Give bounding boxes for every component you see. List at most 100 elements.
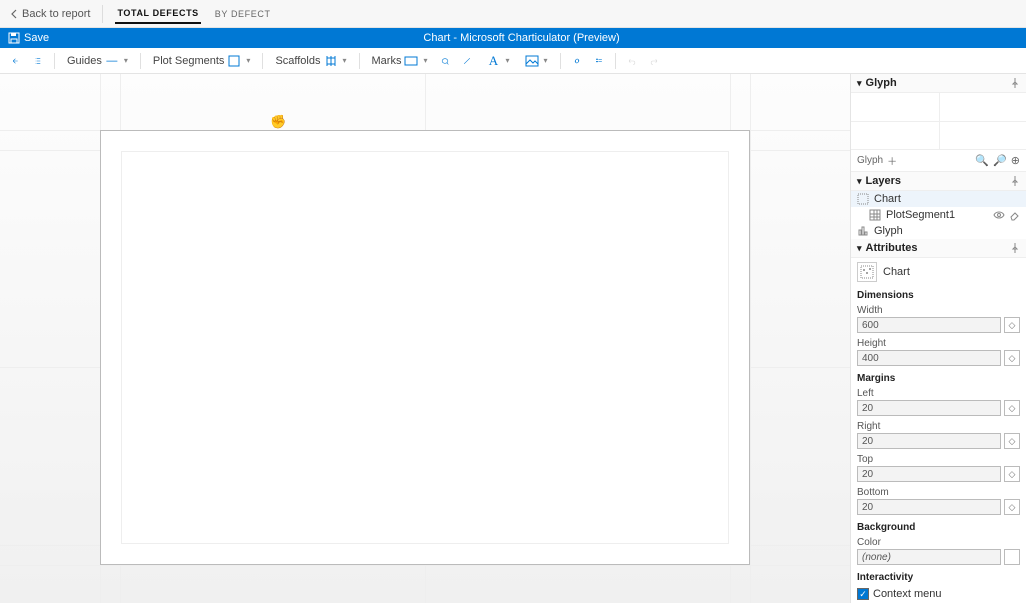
scaffolds-label: Scaffolds [275, 55, 320, 67]
image-mark-icon[interactable]: ▾ [520, 51, 552, 71]
margins-heading: Margins [851, 369, 1026, 386]
bind-icon[interactable]: ◇ [1004, 400, 1020, 416]
grid-icon [869, 209, 881, 221]
glyph-footer: Glyph ＋ 🔍 🔎 ⊕ [851, 150, 1026, 172]
bind-icon[interactable]: ◇ [1004, 466, 1020, 482]
separator [54, 53, 55, 69]
grab-cursor-icon: ✊ [270, 114, 286, 130]
glyph-editor-canvas[interactable] [851, 93, 1026, 150]
chevron-down-icon: ▾ [423, 56, 427, 65]
undo-history-icon[interactable] [8, 53, 24, 69]
left-label: Left [851, 386, 1026, 399]
height-input[interactable] [857, 350, 1001, 366]
bind-icon[interactable]: ◇ [1004, 350, 1020, 366]
guides-label: Guides [67, 55, 102, 67]
add-glyph-button[interactable]: ＋ [887, 153, 897, 168]
main-area: ✊ ▾ Glyph Glyph ＋ 🔍 🔎 ⊕ [0, 74, 1026, 603]
plot-segment-icon [226, 53, 242, 69]
glyph-panel-header[interactable]: ▾ Glyph [851, 74, 1026, 93]
context-menu-label: Context menu [873, 588, 941, 600]
separator [262, 53, 263, 69]
marks-label: Marks [372, 55, 402, 67]
plot-segments-menu[interactable]: Plot Segments ▾ [149, 51, 255, 71]
checkbox-checked-icon: ✓ [857, 588, 869, 600]
tab-by-defect[interactable]: BY DEFECT [213, 5, 273, 23]
erase-icon[interactable] [1009, 210, 1020, 221]
chart-boundary[interactable] [100, 130, 750, 565]
attributes-object-name: Chart [883, 266, 910, 278]
chevron-down-icon: ▾ [343, 56, 347, 65]
scaffolds-menu[interactable]: Scaffolds ▾ [271, 51, 350, 71]
chevron-down-icon: ▾ [857, 176, 862, 187]
chevron-down-icon: ▾ [246, 56, 250, 65]
chart-object-icon [857, 262, 877, 282]
redo-button[interactable] [646, 53, 662, 69]
chevron-down-icon: ▾ [857, 243, 862, 254]
back-to-report[interactable]: Back to report [10, 5, 103, 23]
layer-label: PlotSegment1 [886, 209, 955, 221]
separator [560, 53, 561, 69]
marks-menu[interactable]: Marks ▾ [368, 51, 432, 71]
width-label: Width [851, 303, 1026, 316]
layer-label: Glyph [874, 225, 903, 237]
text-mark-icon[interactable]: A ▾ [481, 51, 513, 71]
chevron-down-icon: ▾ [505, 56, 509, 65]
plot-segments-label: Plot Segments [153, 55, 225, 67]
glyph-icon [857, 225, 869, 237]
separator [359, 53, 360, 69]
toolbar: Guides — ▾ Plot Segments ▾ Scaffolds ▾ M… [0, 48, 1026, 74]
list-icon[interactable] [30, 53, 46, 69]
width-input[interactable] [857, 317, 1001, 333]
attributes-panel-header[interactable]: ▾ Attributes [851, 239, 1026, 258]
layers-panel-title: Layers [866, 175, 901, 187]
undo-button[interactable] [624, 53, 640, 69]
color-swatch[interactable] [1004, 549, 1020, 565]
rect-mark-icon [403, 53, 419, 69]
charticulator-titlebar: Save Chart - Microsoft Charticulator (Pr… [0, 28, 1026, 48]
interactivity-heading: Interactivity [851, 568, 1026, 585]
link-tool-icon[interactable] [569, 53, 585, 69]
height-label: Height [851, 336, 1026, 349]
pin-icon[interactable] [1010, 176, 1020, 186]
top-label: Top [851, 452, 1026, 465]
bind-icon[interactable]: ◇ [1004, 433, 1020, 449]
color-label: Color [851, 535, 1026, 548]
chevron-down-icon: ▾ [857, 78, 862, 89]
bind-icon[interactable]: ◇ [1004, 317, 1020, 333]
margin-bottom-input[interactable] [857, 499, 1001, 515]
line-mark-icon[interactable] [459, 53, 475, 69]
margin-right-input[interactable] [857, 433, 1001, 449]
tab-total-defects[interactable]: TOTAL DEFECTS [115, 4, 200, 24]
bottom-label: Bottom [851, 485, 1026, 498]
layer-item-glyph[interactable]: Glyph [851, 223, 1026, 239]
plot-segment-area[interactable] [121, 151, 729, 544]
save-button[interactable]: Save [0, 32, 57, 44]
layer-label: Chart [874, 193, 901, 205]
layer-item-plotsegment1[interactable]: PlotSegment1 [851, 207, 1026, 223]
pin-icon[interactable] [1010, 78, 1020, 88]
attributes-panel-title: Attributes [866, 242, 918, 254]
save-icon [8, 32, 20, 44]
chart-icon [857, 193, 869, 205]
separator [140, 53, 141, 69]
pin-icon[interactable] [1010, 243, 1020, 253]
layer-item-chart[interactable]: Chart [851, 191, 1026, 207]
chart-canvas[interactable]: ✊ [0, 74, 850, 603]
context-menu-checkbox[interactable]: ✓ Context menu [857, 588, 941, 600]
guides-menu[interactable]: Guides — ▾ [63, 51, 132, 71]
layers-panel-header[interactable]: ▾ Layers [851, 172, 1026, 191]
zoom-in-icon[interactable]: 🔍 [975, 154, 989, 167]
background-color-input[interactable] [857, 549, 1001, 565]
ellipse-mark-icon[interactable] [437, 53, 453, 69]
margin-top-input[interactable] [857, 466, 1001, 482]
eye-icon[interactable] [993, 210, 1005, 221]
report-topnav: Back to report TOTAL DEFECTS BY DEFECT [0, 0, 1026, 28]
zoom-out-icon[interactable]: 🔎 [993, 154, 1007, 167]
margin-left-input[interactable] [857, 400, 1001, 416]
guide-line-icon: — [104, 53, 120, 69]
glyph-panel-title: Glyph [866, 77, 897, 89]
bind-icon[interactable]: ◇ [1004, 499, 1020, 515]
legend-tool-icon[interactable] [591, 53, 607, 69]
fit-icon[interactable]: ⊕ [1011, 154, 1020, 167]
chevron-down-icon: ▾ [544, 56, 548, 65]
